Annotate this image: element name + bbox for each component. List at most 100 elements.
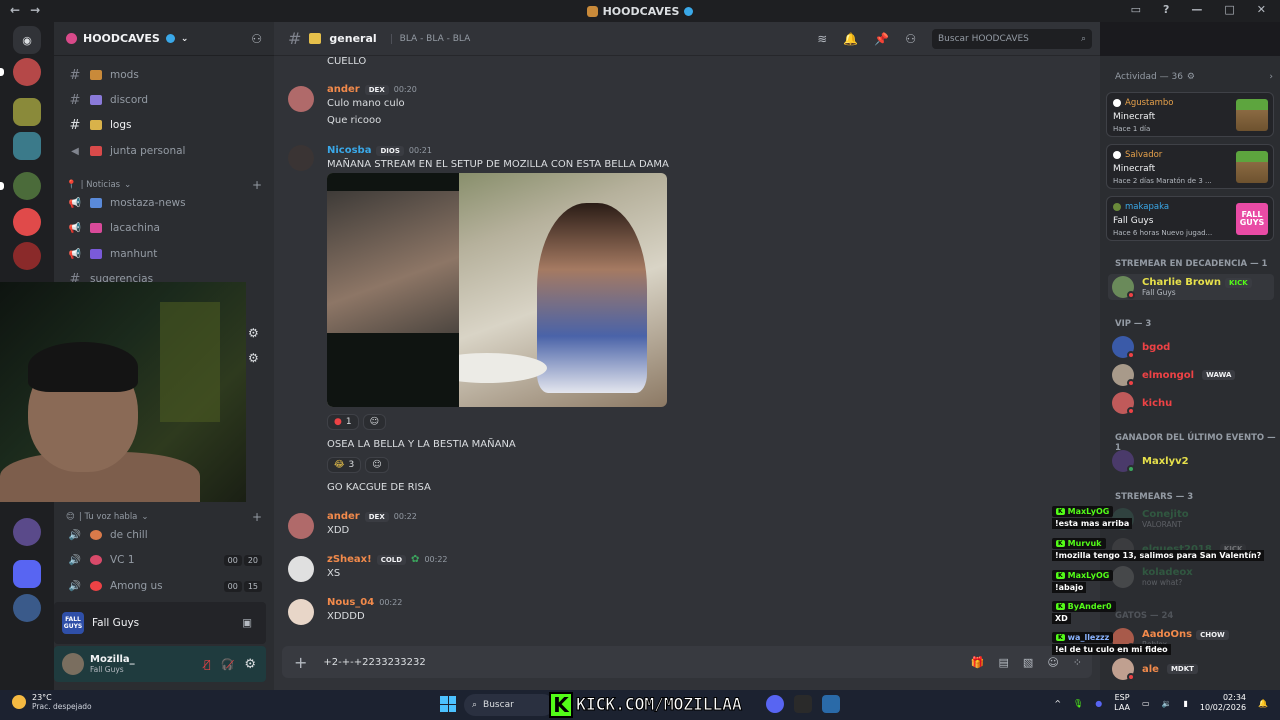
member-item[interactable]: ale MDKT <box>1112 658 1272 681</box>
member-item[interactable]: bgod <box>1112 336 1272 359</box>
channel-manhunt[interactable]: 📢 manhunt <box>62 243 262 265</box>
discord-home-icon[interactable]: ◉ <box>13 26 41 54</box>
server-icon[interactable] <box>13 58 41 86</box>
chevron-up-icon[interactable]: ^ <box>1054 699 1061 708</box>
settings-icon[interactable]: ⚙ <box>248 351 262 365</box>
app-icon[interactable] <box>822 695 840 713</box>
channel-junta-personal[interactable]: ◀ junta personal <box>62 140 262 162</box>
activity-card[interactable]: Salvador Minecraft Hace 2 días Maratón d… <box>1106 144 1274 189</box>
upload-icon[interactable]: + <box>294 653 307 672</box>
language-indicator[interactable]: ESP LAA <box>1114 693 1130 713</box>
image-attachment[interactable] <box>327 173 667 407</box>
member-item[interactable]: koladeox now what? <box>1112 566 1272 588</box>
screen-share-icon[interactable]: ▣ <box>242 617 266 629</box>
members-icon[interactable]: ⚇ <box>905 32 916 46</box>
bell-icon[interactable]: 🔔 <box>843 32 858 46</box>
minimize-icon[interactable]: — <box>1191 3 1202 16</box>
member-item[interactable]: Maxlyv2 <box>1112 450 1272 473</box>
discord-tray-icon[interactable]: ● <box>1095 699 1102 708</box>
volume-icon[interactable]: 🔉 <box>1162 699 1172 708</box>
avatar <box>1113 203 1121 211</box>
server-icon[interactable] <box>13 518 41 546</box>
inbox-icon[interactable]: ▭ <box>1131 3 1141 16</box>
category-tu-voz-habla[interactable]: 😊 | Tu voz habla ⌄ + <box>66 510 262 524</box>
member-item[interactable]: Charlie Brown KICK Fall Guys <box>1108 274 1274 300</box>
back-icon[interactable]: ← <box>10 3 20 17</box>
channel-logs[interactable]: # logs <box>62 114 262 136</box>
user-info[interactable]: Mozilla_ Fall Guys <box>90 654 135 674</box>
server-icon[interactable] <box>13 208 41 236</box>
add-channel-icon[interactable]: + <box>252 510 262 524</box>
server-icon[interactable] <box>13 242 41 270</box>
globe-icon <box>684 6 694 16</box>
reaction[interactable]: 😂 3 <box>327 457 362 473</box>
member-item[interactable]: Conejito VALORANT <box>1112 508 1272 530</box>
add-reaction-button[interactable]: ☺ <box>362 414 386 430</box>
apps-icon[interactable]: ⁘ <box>1073 656 1082 669</box>
emoji-icon[interactable]: ☺ <box>1047 656 1058 669</box>
add-reaction-button[interactable]: ☺ <box>365 457 389 473</box>
mic-icon[interactable]: 🎙 <box>1073 699 1083 708</box>
settings-icon[interactable]: ⚙ <box>248 326 262 340</box>
headphones-muted-icon[interactable]: 🎧̸ <box>221 658 235 671</box>
member-item[interactable]: kichu <box>1112 392 1272 415</box>
avatar[interactable] <box>288 599 314 625</box>
pin-icon: 📍 <box>66 180 77 190</box>
activity-panel[interactable]: FALL GUYS Fall Guys ▣ <box>54 602 266 644</box>
activity-header[interactable]: Actividad — 36 ⚙ › <box>1115 72 1273 82</box>
channel-mods[interactable]: # mods <box>62 64 262 86</box>
channel-emoji-icon <box>309 33 322 44</box>
discord-taskbar-icon[interactable] <box>766 695 784 713</box>
epic-games-icon[interactable] <box>794 695 812 713</box>
server-icon[interactable] <box>13 132 41 160</box>
folder-icon[interactable] <box>13 560 41 588</box>
threads-icon[interactable]: ≋ <box>817 32 827 46</box>
weather-widget[interactable]: 23°C Prac. despejado <box>12 693 92 711</box>
voice-channel-vc-1[interactable]: 🔊 VC 1 00 20 <box>62 549 262 571</box>
member-item[interactable]: elmongol WAWA <box>1112 364 1272 387</box>
network-icon[interactable]: ▭ <box>1142 699 1150 708</box>
sticker-icon[interactable]: ▧ <box>1023 656 1033 669</box>
activity-card[interactable]: makapaka Fall Guys Hace 6 horas Nuevo ju… <box>1106 196 1274 241</box>
clock[interactable]: 02:34 10/02/2026 <box>1200 693 1246 713</box>
server-icon[interactable] <box>13 98 41 126</box>
search-input[interactable]: Buscar HOODCAVES ⌕ <box>932 28 1092 49</box>
close-icon[interactable]: ✕ <box>1257 3 1266 16</box>
server-header[interactable]: HOODCAVES ⌄ ⚇ <box>54 22 274 56</box>
settings-icon[interactable]: ⚙ <box>244 657 256 672</box>
add-channel-icon[interactable]: + <box>252 178 262 192</box>
windows-start-icon[interactable] <box>440 696 456 712</box>
taskbar-search[interactable]: ⌕ Buscar <box>464 694 554 716</box>
server-icon[interactable] <box>13 172 41 200</box>
add-member-icon[interactable]: ⚇ <box>251 32 262 46</box>
pin-icon[interactable]: 📌 <box>874 32 889 46</box>
avatar[interactable] <box>288 86 314 112</box>
avatar[interactable] <box>288 513 314 539</box>
forward-icon[interactable]: → <box>30 3 40 17</box>
mic-muted-icon[interactable]: 🎙̸ <box>204 658 211 671</box>
maximize-icon[interactable]: □ <box>1224 3 1234 16</box>
avatar[interactable] <box>62 653 84 675</box>
channel-lacachina[interactable]: 📢 lacachina <box>62 217 262 239</box>
gift-icon[interactable]: 🎁 <box>971 656 985 669</box>
avatar[interactable] <box>288 556 314 582</box>
activity-card[interactable]: Agustambo Minecraft Hace 1 día <box>1106 92 1274 137</box>
channel-emoji-icon <box>90 581 102 591</box>
gif-icon[interactable]: ▤ <box>999 656 1009 669</box>
channel-mostaza-news[interactable]: 📢 mostaza-news <box>62 192 262 214</box>
help-icon[interactable]: ? <box>1163 3 1169 16</box>
avatar[interactable] <box>288 145 314 171</box>
message-input[interactable] <box>323 656 884 668</box>
battery-icon[interactable]: ▮ <box>1184 699 1188 708</box>
voice-channel-among-us[interactable]: 🔊 Among us 00 15 <box>62 575 262 597</box>
category-noticias[interactable]: 📍 | Noticias ⌄ + <box>66 178 262 192</box>
reaction[interactable]: ● 1 <box>327 414 359 430</box>
channel-discord[interactable]: # discord <box>62 89 262 111</box>
minecraft-icon <box>1236 151 1268 183</box>
speaker-icon: 🔊 <box>68 554 82 566</box>
voice-channel-de-chill[interactable]: 🔊 de chill <box>62 524 262 546</box>
kick-badge-icon: K <box>1056 603 1065 610</box>
reaction-emoji-icon: ● <box>334 417 342 427</box>
server-icon[interactable] <box>13 594 41 622</box>
notification-icon[interactable]: 🔔 <box>1258 699 1268 708</box>
